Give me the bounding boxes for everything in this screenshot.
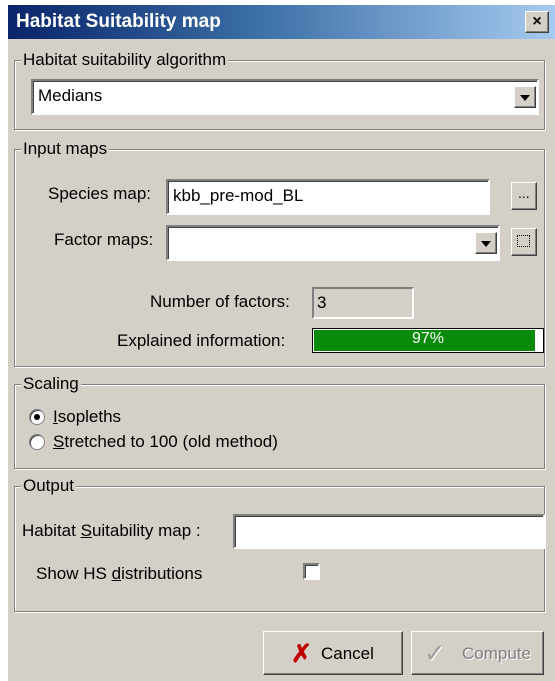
factor-maps-select[interactable] <box>166 225 500 261</box>
close-icon: × <box>532 13 542 30</box>
radio-isopleths-label: Isopleths <box>53 407 122 426</box>
chevron-down-icon <box>520 95 530 101</box>
ellipsis-icon: ... <box>518 185 530 201</box>
explained-information-bar: 97% <box>312 328 544 353</box>
cancel-label: Cancel <box>321 644 374 663</box>
radio-stretched-button[interactable] <box>29 434 45 450</box>
input-maps-legend: Input maps <box>21 139 110 159</box>
number-of-factors-label: Number of factors: <box>150 292 290 311</box>
algorithm-legend: Habitat suitability algorithm <box>21 50 229 70</box>
dialog-window: Habitat Suitability map × Habitat suitab… <box>8 5 555 681</box>
algorithm-dropdown-button[interactable] <box>514 86 536 108</box>
scaling-group: Scaling Isopleths Stretched to 100 (old … <box>14 374 545 469</box>
algorithm-select[interactable]: Medians <box>31 79 539 115</box>
cancel-button[interactable]: ✗ Cancel <box>263 631 403 675</box>
close-button[interactable]: × <box>525 11 549 33</box>
algorithm-group: Habitat suitability algorithm Medians <box>14 50 545 130</box>
show-hs-distributions-label: Show HS distributions <box>36 564 203 583</box>
explained-information-value: 97% <box>411 330 445 347</box>
compute-button[interactable]: ✓ Compute <box>411 631 544 675</box>
title-bar[interactable]: Habitat Suitability map × <box>8 5 555 39</box>
chevron-down-icon <box>481 241 491 247</box>
explained-information-label: Explained information: <box>117 331 286 350</box>
species-map-field[interactable]: kbb_pre-mod_BL <box>166 179 490 215</box>
output-group: Output Habitat Suitability map : Show HS… <box>14 476 545 612</box>
radio-isopleths-button[interactable] <box>29 409 45 425</box>
x-icon: ✗ <box>291 640 312 668</box>
radio-stretched-label: Stretched to 100 (old method) <box>53 432 278 451</box>
factor-maps-dropdown-button[interactable] <box>475 232 497 254</box>
radio-isopleths[interactable]: Isopleths <box>29 405 329 429</box>
compute-label: Compute <box>462 644 531 663</box>
input-maps-group: Input maps Species map: kbb_pre-mod_BL .… <box>14 139 545 367</box>
hs-map-field[interactable] <box>233 514 545 549</box>
factor-maps-label: Factor maps: <box>54 230 154 249</box>
number-of-factors-value: 3 <box>317 293 327 312</box>
radio-selected-dot <box>34 414 40 420</box>
select-all-icon <box>517 235 530 247</box>
number-of-factors-field: 3 <box>312 287 414 319</box>
species-map-value: kbb_pre-mod_BL <box>173 186 304 205</box>
species-browse-button[interactable]: ... <box>511 182 537 210</box>
show-hs-distributions-checkbox[interactable] <box>303 563 320 580</box>
checkmark-icon: ✓ <box>424 638 446 668</box>
output-legend: Output <box>21 476 77 496</box>
hs-map-label: Habitat Suitability map : <box>22 521 201 540</box>
window-title: Habitat Suitability map <box>16 11 221 32</box>
radio-stretched[interactable]: Stretched to 100 (old method) <box>29 430 429 454</box>
scaling-legend: Scaling <box>21 374 81 394</box>
species-map-label: Species map: <box>48 184 151 203</box>
factor-select-button[interactable] <box>511 228 537 256</box>
algorithm-selected-value: Medians <box>38 86 103 105</box>
